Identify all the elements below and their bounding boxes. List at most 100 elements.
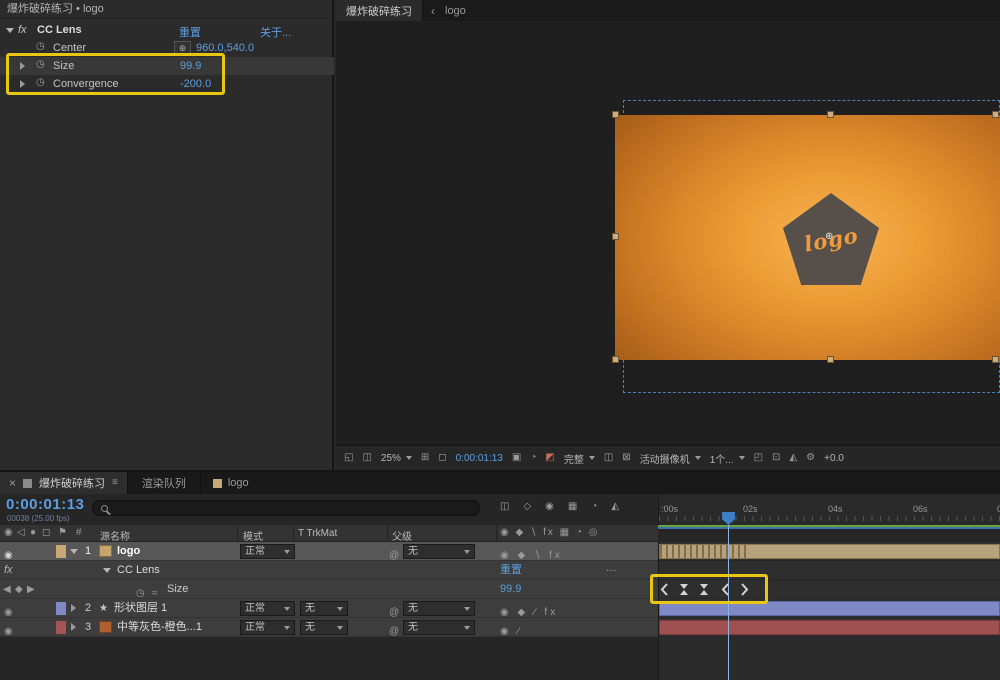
search-input[interactable]: [92, 500, 480, 516]
effect-row-cc-lens[interactable]: fx CC Lens 重置 ....: [0, 561, 658, 580]
blend-mode-dropdown[interactable]: 正常: [240, 601, 295, 616]
anchor-point-icon[interactable]: ⊕: [825, 231, 833, 242]
selection-handle[interactable]: [827, 356, 834, 363]
next-keyframe-icon[interactable]: ▶: [27, 580, 35, 599]
stopwatch-icon[interactable]: ◷: [36, 42, 45, 52]
column-trkmat[interactable]: T TrkMat: [298, 528, 337, 539]
layer-switches[interactable]: ◉ ∕: [500, 622, 522, 641]
pixel-aspect-icon[interactable]: ◰: [754, 453, 763, 463]
always-preview-icon[interactable]: ◱: [344, 453, 353, 463]
keyframe-ease-left-icon[interactable]: [659, 583, 669, 599]
label-color-chip[interactable]: [56, 621, 66, 634]
playhead-line[interactable]: [728, 512, 729, 680]
selection-handle[interactable]: [992, 356, 999, 363]
label-color-chip[interactable]: [56, 545, 66, 558]
center-value[interactable]: 960.0,540.0: [196, 42, 254, 54]
expand-convergence-icon[interactable]: [20, 80, 25, 88]
property-row-size[interactable]: ◀ ◆ ▶ ◷ ≈ Size 99.9: [0, 580, 658, 599]
resolution-dropdown[interactable]: 完整: [564, 451, 595, 466]
selection-handle[interactable]: [612, 111, 619, 118]
parent-dropdown[interactable]: 无: [403, 620, 475, 635]
stopwatch-icon[interactable]: ◷: [36, 78, 45, 88]
close-tab-icon[interactable]: ×: [9, 477, 16, 489]
current-keyframe-icon[interactable]: ◆: [15, 580, 23, 599]
tab-timeline-logo[interactable]: logo: [201, 472, 261, 494]
effect-about-link[interactable]: 关于...: [260, 24, 291, 40]
trkmat-dropdown[interactable]: 无: [300, 601, 348, 616]
settings-gear-icon[interactable]: ⚙: [806, 453, 815, 463]
crosshair-button[interactable]: ⊕: [174, 41, 191, 55]
mini-timeline-icon[interactable]: ◭: [789, 453, 797, 463]
effect-reset-link[interactable]: 重置: [500, 561, 522, 580]
selection-handle[interactable]: [612, 356, 619, 363]
prev-keyframe-icon[interactable]: ◀: [3, 580, 11, 599]
trkmat-dropdown[interactable]: 无: [300, 620, 348, 635]
tab-timeline-composition[interactable]: × 爆炸破碎练习 ≡: [0, 472, 128, 494]
size-value[interactable]: 99.9: [500, 580, 521, 599]
tab-logo[interactable]: logo: [445, 5, 466, 17]
convergence-value[interactable]: -200.0: [180, 78, 211, 90]
composition-frame[interactable]: logo ⊕: [615, 115, 1000, 360]
effect-reset-link[interactable]: 重置: [179, 24, 201, 40]
parent-pickwhip-icon[interactable]: @: [389, 622, 399, 641]
parent-dropdown[interactable]: 无: [403, 544, 475, 559]
mini-flowchart-icon[interactable]: ◫: [500, 502, 509, 512]
draft-3d-icon[interactable]: ◇: [523, 502, 531, 512]
layer-name[interactable]: 形状图层 1: [114, 599, 167, 618]
viewer-timecode[interactable]: 0:00:01:13: [456, 453, 503, 464]
parent-dropdown[interactable]: 无: [403, 601, 475, 616]
time-ruler[interactable]: :00s 02s 04s 06s 0: [658, 494, 1000, 525]
layer-row-shape[interactable]: ◉ 2 ★ 形状图层 1 正常 无 @ 无 ◉ ◆ ∕ fx: [0, 599, 658, 618]
split-view-icon[interactable]: ◫: [362, 453, 371, 463]
layer-bar-logo[interactable]: [659, 544, 1000, 559]
frame-blend-icon[interactable]: ▦: [568, 502, 577, 512]
expand-size-icon[interactable]: [20, 62, 25, 70]
effect-name[interactable]: CC Lens: [37, 24, 82, 36]
layer-name[interactable]: 中等灰色-橙色...1: [117, 618, 202, 637]
snapshot-icon[interactable]: ▣: [512, 453, 521, 463]
shy-layers-icon[interactable]: ◉: [545, 502, 554, 512]
expand-layer-icon[interactable]: [71, 604, 76, 612]
tab-render-queue[interactable]: 渲染队列: [128, 472, 201, 494]
expand-layer-icon[interactable]: [71, 623, 76, 631]
exposure-value[interactable]: +0.0: [824, 453, 844, 464]
panel-menu-icon[interactable]: ≡: [112, 478, 118, 488]
view-layout-dropdown[interactable]: 1个...: [710, 451, 745, 466]
magnification-dropdown[interactable]: 25%: [381, 453, 412, 464]
motion-blur-icon[interactable]: ◔: [591, 502, 597, 512]
show-snapshot-icon[interactable]: ◔: [530, 453, 536, 463]
composition-viewer[interactable]: logo ⊕: [336, 21, 1000, 445]
blend-mode-dropdown[interactable]: 正常: [240, 620, 295, 635]
keyframe-ease-right-icon[interactable]: [740, 583, 750, 599]
grid-guides-icon[interactable]: ⊞: [421, 453, 429, 463]
effect-controls-panel-title[interactable]: 爆炸破碎练习 • logo: [0, 0, 332, 19]
column-parent[interactable]: 父级: [392, 528, 412, 543]
size-value[interactable]: 99.9: [180, 60, 201, 72]
stopwatch-icon[interactable]: ◷: [36, 60, 45, 70]
tab-composition[interactable]: 爆炸破碎练习: [336, 0, 423, 21]
graph-editor-icon[interactable]: ◭: [611, 502, 619, 512]
column-mode[interactable]: 模式: [243, 528, 263, 543]
selection-handle[interactable]: [827, 111, 834, 118]
effect-name[interactable]: CC Lens: [117, 561, 160, 580]
camera-dropdown[interactable]: 活动摄像机: [640, 451, 701, 466]
fast-previews-icon[interactable]: ⊡: [772, 453, 780, 463]
collapse-effect-icon[interactable]: [103, 568, 111, 573]
keyframe-hourglass-icon[interactable]: [699, 583, 709, 599]
keyframe-hourglass-icon[interactable]: [679, 583, 689, 599]
collapse-layer-icon[interactable]: [70, 549, 78, 554]
layer-row-logo[interactable]: ◉ 1 logo 正常 @ 无 ◉ ◆ ∖ fx: [0, 542, 658, 561]
current-timecode[interactable]: 0:00:01:13: [6, 496, 84, 513]
column-source-name[interactable]: 源名称: [100, 528, 130, 543]
layer-bar-shape[interactable]: [659, 601, 1000, 616]
selection-handle[interactable]: [612, 233, 619, 240]
selection-handle[interactable]: [992, 111, 999, 118]
layer-name[interactable]: logo: [117, 542, 140, 561]
collapse-effect-icon[interactable]: [6, 28, 14, 33]
mask-visibility-icon[interactable]: ◻: [438, 453, 446, 463]
layer-bar-solid[interactable]: [659, 620, 1000, 635]
region-of-interest-icon[interactable]: ◫: [604, 453, 613, 463]
eye-toggle-icon[interactable]: ◉: [4, 622, 13, 641]
label-color-chip[interactable]: [56, 602, 66, 615]
show-channel-icon[interactable]: ◩: [545, 453, 554, 463]
